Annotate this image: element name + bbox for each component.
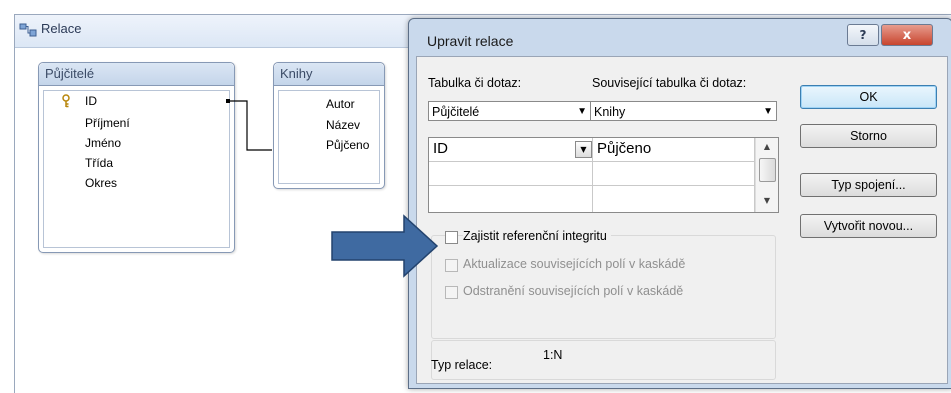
- annotation-arrow-shape: [331, 214, 439, 278]
- annotation-arrow: [331, 214, 439, 278]
